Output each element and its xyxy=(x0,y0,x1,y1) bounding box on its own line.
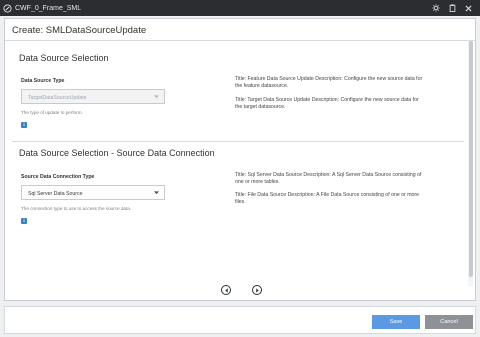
chevron-down-icon xyxy=(154,191,159,195)
description-sql-server: Title: Sql Server Data Source Descriptio… xyxy=(235,172,422,185)
dialog-content: Data Source Selection Data Source Type T… xyxy=(12,47,469,280)
settings-icon[interactable] xyxy=(432,4,440,12)
chevron-down-icon xyxy=(154,95,159,99)
data-source-type-value: TargetDataSourceUpdate xyxy=(28,94,87,101)
source-connection-type-select[interactable]: Sql Server Data Source xyxy=(21,185,165,200)
window-controls xyxy=(432,4,472,12)
window-title-bar: CWF_0_Frame_SML xyxy=(0,0,480,16)
description-file-data-source: Title: File Data Source Description: A F… xyxy=(235,192,420,205)
clipboard-icon[interactable] xyxy=(449,4,456,12)
dialog-footer: Save Cancel xyxy=(4,306,476,334)
description-feature-update: Title: Feature Data Source Update Descri… xyxy=(235,76,423,89)
window-title: CWF_0_Frame_SML xyxy=(15,4,82,12)
scrollbar-thumb[interactable] xyxy=(468,41,473,277)
info-icon[interactable]: i xyxy=(21,218,27,224)
next-page-icon xyxy=(255,287,259,293)
vertical-scrollbar[interactable] xyxy=(468,41,473,286)
data-source-type-label: Data Source Type xyxy=(21,78,65,84)
source-connection-type-hint: The connection type to use to access the… xyxy=(21,206,132,211)
section-title-source-data-connection: Data Source Selection - Source Data Conn… xyxy=(19,148,215,158)
info-icon[interactable]: i xyxy=(21,122,27,128)
app-icon xyxy=(3,3,12,13)
cancel-button[interactable]: Cancel xyxy=(425,315,473,329)
dialog-title: Create: SMLDataSourceUpdate xyxy=(12,25,147,36)
create-dialog: Create: SMLDataSourceUpdate Data Source … xyxy=(4,18,476,301)
data-source-type-hint: The type of update to perform. xyxy=(21,110,83,115)
source-connection-type-value: Sql Server Data Source xyxy=(28,190,83,197)
data-source-type-select: TargetDataSourceUpdate xyxy=(21,89,165,104)
section-divider xyxy=(12,141,464,142)
description-target-update: Title: Target Data Source Update Descrip… xyxy=(235,97,419,110)
save-button[interactable]: Save xyxy=(372,315,420,329)
section-title-data-source-selection: Data Source Selection xyxy=(19,53,109,63)
source-connection-type-label: Source Data Connection Type xyxy=(21,174,95,180)
dialog-header: Create: SMLDataSourceUpdate xyxy=(5,19,475,41)
close-icon[interactable] xyxy=(465,5,472,12)
next-page-button[interactable] xyxy=(252,285,262,295)
previous-page-icon xyxy=(224,287,228,293)
previous-page-button[interactable] xyxy=(221,285,231,295)
